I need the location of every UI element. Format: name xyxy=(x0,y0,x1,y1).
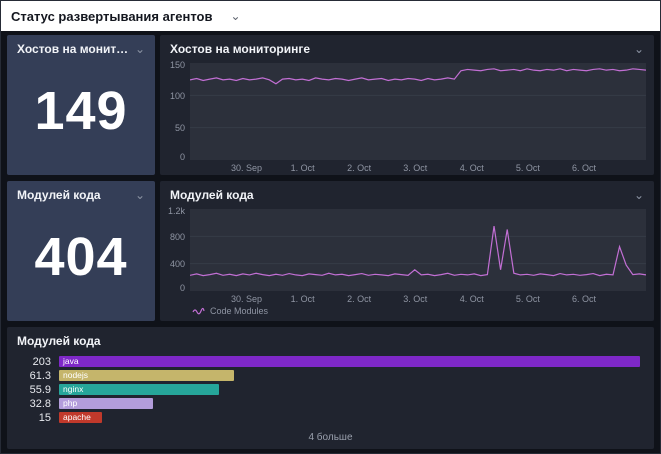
chart-body: 150 100 50 0 xyxy=(160,60,654,160)
line-swatch-icon xyxy=(192,307,205,315)
x-tick: 2. Oct xyxy=(347,163,371,173)
chevron-down-icon[interactable]: ⌄ xyxy=(230,10,240,22)
bar-value: 61.3 xyxy=(17,370,51,382)
show-more-link[interactable]: 4 больше xyxy=(7,423,654,447)
panel-head: Модулей кода ⌄ xyxy=(160,181,654,206)
x-tick: 4. Oct xyxy=(460,163,484,173)
bar-value: 32.8 xyxy=(17,398,51,410)
panel-head: Хостов на монито... ⌄ xyxy=(7,35,155,60)
x-tick: 4. Oct xyxy=(460,294,484,304)
y-tick: 50 xyxy=(175,123,185,133)
hosts-count-value: 149 xyxy=(7,60,155,175)
bar-label: nginx xyxy=(59,385,83,394)
chart-body: 1.2k 800 400 0 xyxy=(160,206,654,291)
row-modules: Модулей кода ⌄ 404 Модулей кода ⌄ 1.2k 8… xyxy=(7,181,654,321)
panel-head: Модулей кода xyxy=(7,327,654,352)
y-tick: 0 xyxy=(180,152,185,162)
panel-modules-chart: Модулей кода ⌄ 1.2k 800 400 0 30. Sep xyxy=(160,181,654,321)
bar-row-php[interactable]: 32.8 php xyxy=(17,398,640,409)
panel-head: Модулей кода ⌄ xyxy=(7,181,155,206)
bar: nodejs xyxy=(59,370,234,381)
panel-head: Хостов на мониторинге ⌄ xyxy=(160,35,654,60)
y-axis-labels: 150 100 50 0 xyxy=(164,63,190,160)
bar-label: nodejs xyxy=(59,371,88,380)
bar-value: 203 xyxy=(17,356,51,368)
bar-row-apache[interactable]: 15 apache xyxy=(17,412,640,423)
chevron-down-icon[interactable]: ⌄ xyxy=(135,189,145,201)
x-tick: 30. Sep xyxy=(231,294,262,304)
dashboard: Статус развертывания агентов ⌄ Хостов на… xyxy=(0,0,661,454)
y-axis-labels: 1.2k 800 400 0 xyxy=(164,209,190,291)
bar-row-nginx[interactable]: 55.9 nginx xyxy=(17,384,640,395)
bar: java xyxy=(59,356,640,367)
x-tick: 6. Oct xyxy=(572,163,596,173)
bar-row-java[interactable]: 203 java xyxy=(17,356,640,367)
x-tick: 2. Oct xyxy=(347,294,371,304)
y-tick: 0 xyxy=(180,283,185,293)
x-tick: 1. Oct xyxy=(291,163,315,173)
x-tick: 5. Oct xyxy=(516,163,540,173)
x-tick: 3. Oct xyxy=(403,163,427,173)
bar-track: apache xyxy=(59,412,640,423)
x-tick: 6. Oct xyxy=(572,294,596,304)
bar-track: php xyxy=(59,398,640,409)
y-tick: 800 xyxy=(170,232,185,242)
bar: apache xyxy=(59,412,102,423)
bar-label: php xyxy=(59,399,77,408)
bar-value: 15 xyxy=(17,412,51,424)
panel-title: Модулей кода xyxy=(17,188,101,202)
chevron-down-icon[interactable]: ⌄ xyxy=(634,189,644,201)
x-axis-labels: 30. Sep 1. Oct 2. Oct 3. Oct 4. Oct 5. O… xyxy=(190,160,646,175)
dashboard-grid: Хостов на монито... ⌄ 149 Хостов на мони… xyxy=(1,31,660,454)
x-tick: 5. Oct xyxy=(516,294,540,304)
chart-legend[interactable]: Code Modules xyxy=(160,306,654,321)
panel-title: Модулей кода xyxy=(170,188,254,202)
panel-title: Хостов на монито... xyxy=(17,42,129,56)
chevron-down-icon[interactable]: ⌄ xyxy=(634,43,644,55)
bar-track: nodejs xyxy=(59,370,640,381)
bar-track: java xyxy=(59,356,640,367)
bar-track: nginx xyxy=(59,384,640,395)
panel-title: Хостов на мониторинге xyxy=(170,42,310,56)
row-hosts: Хостов на монито... ⌄ 149 Хостов на мони… xyxy=(7,35,654,175)
dashboard-title: Статус развертывания агентов xyxy=(11,9,212,24)
y-tick: 1.2k xyxy=(168,206,185,216)
y-tick: 400 xyxy=(170,259,185,269)
bar-label: apache xyxy=(59,413,91,422)
panel-title: Модулей кода xyxy=(17,334,101,348)
bar-value: 55.9 xyxy=(17,384,51,396)
x-tick: 30. Sep xyxy=(231,163,262,173)
panel-modules-breakdown: Модулей кода 203 java 61.3 nodejs 55.9 xyxy=(7,327,654,449)
bar: nginx xyxy=(59,384,219,395)
x-tick: 1. Oct xyxy=(291,294,315,304)
chevron-down-icon[interactable]: ⌄ xyxy=(135,43,145,55)
panel-modules-count: Модулей кода ⌄ 404 xyxy=(7,181,155,321)
bar-row-nodejs[interactable]: 61.3 nodejs xyxy=(17,370,640,381)
hosts-line-chart[interactable] xyxy=(190,63,646,160)
bar: php xyxy=(59,398,153,409)
legend-label: Code Modules xyxy=(210,306,268,316)
panel-hosts-chart: Хостов на мониторинге ⌄ 150 100 50 0 30 xyxy=(160,35,654,175)
y-tick: 100 xyxy=(170,91,185,101)
panel-hosts-count: Хостов на монито... ⌄ 149 xyxy=(7,35,155,175)
x-tick: 3. Oct xyxy=(403,294,427,304)
x-axis-labels: 30. Sep 1. Oct 2. Oct 3. Oct 4. Oct 5. O… xyxy=(190,291,646,306)
y-tick: 150 xyxy=(170,60,185,70)
bar-chart: 203 java 61.3 nodejs 55.9 nginx xyxy=(7,352,654,423)
modules-count-value: 404 xyxy=(7,206,155,321)
modules-line-chart[interactable] xyxy=(190,209,646,291)
dashboard-header: Статус развертывания агентов ⌄ xyxy=(1,1,660,31)
bar-label: java xyxy=(59,357,79,366)
